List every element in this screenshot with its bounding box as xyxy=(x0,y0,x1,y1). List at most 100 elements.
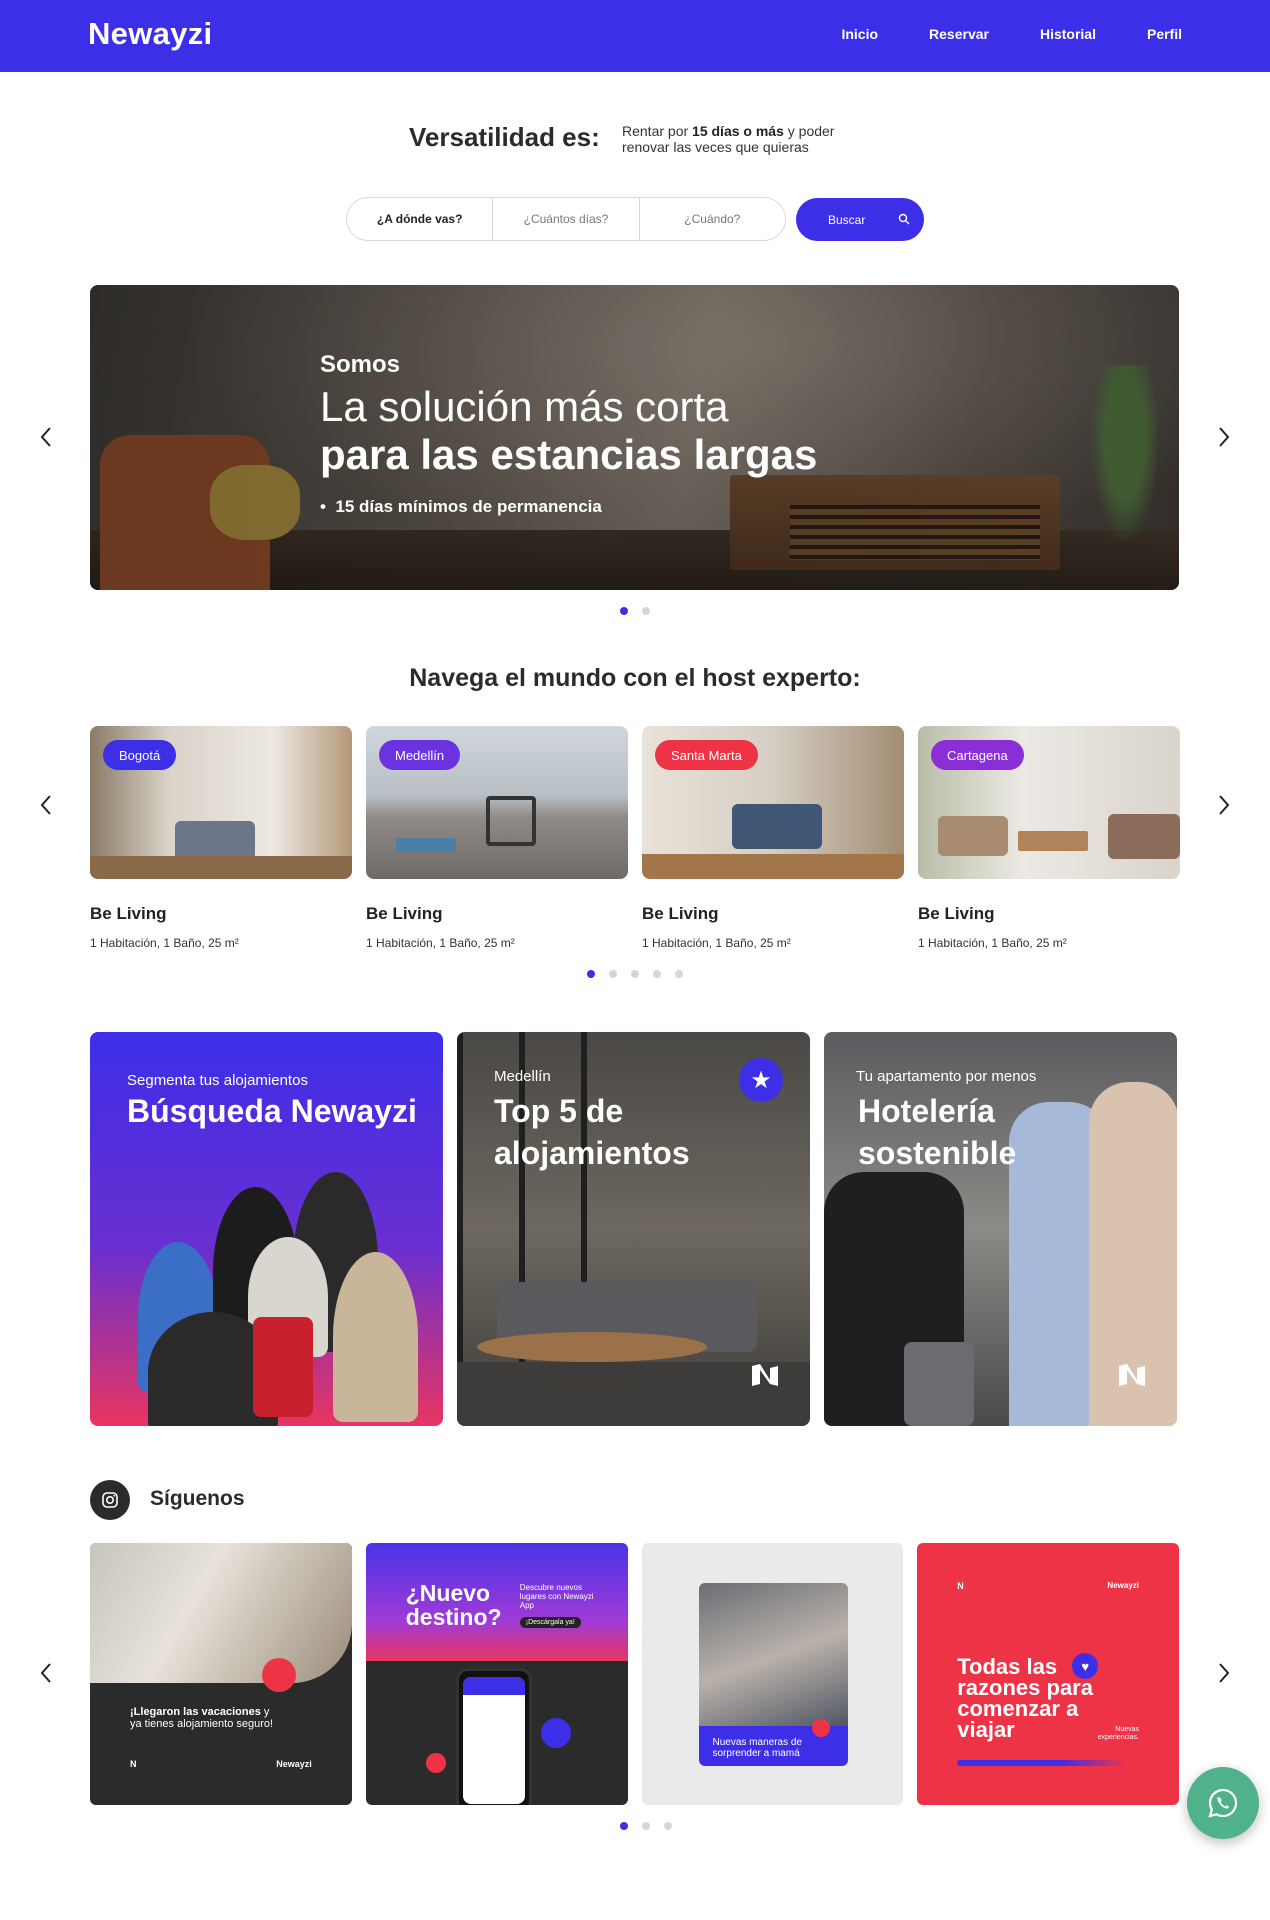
nav-links: Inicio Reservar Historial Perfil xyxy=(841,26,1182,42)
property-card-bogota[interactable]: Bogotá Be Living 1 Habitación, 1 Baño, 2… xyxy=(90,726,352,950)
banner-headline-1: La solución más corta xyxy=(320,383,729,430)
property-card-santa-marta[interactable]: Santa Marta Be Living 1 Habitación, 1 Ba… xyxy=(642,726,904,950)
promo-busqueda[interactable]: Segmenta tus alojamientos Búsqueda Neway… xyxy=(90,1032,443,1426)
properties-section-title: Navega el mundo con el host experto: xyxy=(409,664,861,692)
properties-dot-1[interactable] xyxy=(587,970,595,978)
promo-top5[interactable]: Medellín Top 5 de alojamientos ★ xyxy=(457,1032,810,1426)
properties-next-arrow[interactable] xyxy=(1209,790,1239,820)
city-badge: Bogotá xyxy=(103,740,177,770)
banner-kicker: Somos xyxy=(320,351,401,378)
phone-mockup xyxy=(455,1668,532,1805)
posts-dot-2[interactable] xyxy=(642,1822,650,1830)
property-card-cartagena[interactable]: Cartagena Be Living 1 Habitación, 1 Baño… xyxy=(918,726,1180,950)
whatsapp-button[interactable] xyxy=(1187,1767,1259,1839)
properties-pagination xyxy=(587,970,683,978)
post-pill: ¡Descárgala ya! xyxy=(519,1617,581,1628)
promo-small-text: Segmenta tus alojamientos xyxy=(127,1072,308,1089)
post-brand: Newayzi xyxy=(276,1759,312,1769)
instagram-post-4[interactable]: N Newayzi Todas las razones para comenza… xyxy=(917,1543,1179,1805)
search-button[interactable]: Buscar xyxy=(796,198,924,241)
newayzi-logo-icon xyxy=(752,1364,778,1386)
promo-cards: Segmenta tus alojamientos Búsqueda Neway… xyxy=(90,1032,1179,1426)
sofa-shape xyxy=(1108,814,1180,859)
post-progress-bar xyxy=(957,1760,1128,1766)
nav-link-perfil[interactable]: Perfil xyxy=(1147,26,1182,42)
hero-banner[interactable]: Somos La solución más corta para las est… xyxy=(90,285,1179,590)
banner-pagination xyxy=(620,607,650,615)
badge-icon xyxy=(540,1718,571,1748)
properties-dot-5[interactable] xyxy=(675,970,683,978)
posts-prev-arrow[interactable] xyxy=(31,1658,61,1688)
city-badge: Santa Marta xyxy=(655,740,758,770)
property-name: Be Living xyxy=(918,904,995,923)
post-headline-1: ¿Nuevo xyxy=(405,1580,491,1606)
property-desc: 1 Habitación, 1 Baño, 25 m² xyxy=(90,936,239,950)
coffee-table xyxy=(477,1332,707,1362)
newayzi-mini-logo-icon: N xyxy=(957,1581,964,1591)
banner-dot-1[interactable] xyxy=(620,607,628,615)
banner-bullet-text: 15 días mínimos de permanencia xyxy=(335,497,602,516)
posts-next-arrow[interactable] xyxy=(1209,1658,1239,1688)
post-photo xyxy=(90,1543,352,1683)
promo-small-text: Medellín xyxy=(494,1068,551,1085)
brand-logo[interactable]: Newayzi xyxy=(88,16,212,52)
arrow-badge-icon xyxy=(425,1753,446,1773)
badge-icon xyxy=(262,1658,296,1692)
property-name: Be Living xyxy=(642,904,719,923)
search-icon xyxy=(898,213,910,225)
people-group-image xyxy=(118,1147,418,1426)
properties-carousel: Bogotá Be Living 1 Habitación, 1 Baño, 2… xyxy=(90,726,1180,950)
days-field[interactable]: ¿Cuántos días? xyxy=(492,198,638,240)
post-brand: Newayzi xyxy=(1107,1581,1139,1590)
nav-link-inicio[interactable]: Inicio xyxy=(841,26,878,42)
banner-next-arrow[interactable] xyxy=(1209,422,1239,452)
newayzi-logo-icon xyxy=(1119,1364,1145,1386)
chevron-right-icon xyxy=(1219,1663,1230,1683)
nav-link-historial[interactable]: Historial xyxy=(1040,26,1096,42)
promo-small-text: Tu apartamento por menos xyxy=(856,1068,1037,1085)
instagram-post-2[interactable]: ¿Nuevo destino? Descubre nuevos lugares c… xyxy=(365,1543,628,1805)
tagline-desc-pre: Rentar por xyxy=(622,123,693,139)
nav-link-reservar[interactable]: Reservar xyxy=(929,26,989,42)
posts-pagination xyxy=(620,1822,672,1830)
gym-machine xyxy=(486,796,536,846)
top-navbar: Newayzi Inicio Reservar Historial Perfil xyxy=(0,0,1270,72)
banner-prev-arrow[interactable] xyxy=(31,422,61,452)
properties-dot-2[interactable] xyxy=(609,970,617,978)
instagram-post-3[interactable]: Nuevas maneras de sorprender a mamá xyxy=(641,1543,904,1805)
armchair-shape xyxy=(938,816,1008,856)
chevron-right-icon xyxy=(1219,427,1230,447)
property-card-medellin[interactable]: Medellín Be Living 1 Habitación, 1 Baño,… xyxy=(366,726,628,950)
instagram-glyph xyxy=(102,1492,118,1508)
city-badge: Cartagena xyxy=(931,740,1024,770)
sofa-shape xyxy=(175,821,255,861)
promo-big-text-2: alojamientos xyxy=(494,1135,690,1171)
instagram-post-1[interactable]: ¡Llegaron las vacaciones y ya tienes alo… xyxy=(90,1543,352,1805)
promo-hoteleria[interactable]: Tu apartamento por menos Hotelería soste… xyxy=(824,1032,1177,1426)
property-desc: 1 Habitación, 1 Baño, 25 m² xyxy=(918,936,1067,950)
chevron-left-icon xyxy=(40,427,51,447)
properties-dot-4[interactable] xyxy=(653,970,661,978)
date-field[interactable]: ¿Cuándo? xyxy=(638,198,785,240)
chevron-right-icon xyxy=(1219,795,1230,815)
follow-title: Síguenos xyxy=(150,1487,245,1510)
star-icon: ★ xyxy=(739,1058,783,1102)
chevron-left-icon xyxy=(40,795,51,815)
chevron-left-icon xyxy=(40,1663,51,1683)
search-bar: ¿A dónde vas? ¿Cuántos días? ¿Cuándo? xyxy=(346,197,786,241)
destination-field[interactable]: ¿A dónde vas? xyxy=(347,198,492,240)
promo-big-text-1: Hotelería xyxy=(858,1093,995,1129)
properties-dot-3[interactable] xyxy=(631,970,639,978)
properties-prev-arrow[interactable] xyxy=(31,790,61,820)
property-desc: 1 Habitación, 1 Baño, 25 m² xyxy=(642,936,791,950)
post-photo xyxy=(698,1583,848,1731)
post-text-bold: ¡Llegaron las vacaciones xyxy=(130,1706,261,1718)
banner-headline-2: para las estancias largas xyxy=(320,431,818,478)
post-headline: ¿Nuevo destino? xyxy=(406,1581,502,1629)
banner-dot-2[interactable] xyxy=(642,607,650,615)
property-photo: Medellín xyxy=(366,726,628,879)
posts-dot-3[interactable] xyxy=(664,1822,672,1830)
instagram-icon[interactable] xyxy=(90,1480,130,1520)
posts-dot-1[interactable] xyxy=(620,1822,628,1830)
property-name: Be Living xyxy=(90,904,167,923)
